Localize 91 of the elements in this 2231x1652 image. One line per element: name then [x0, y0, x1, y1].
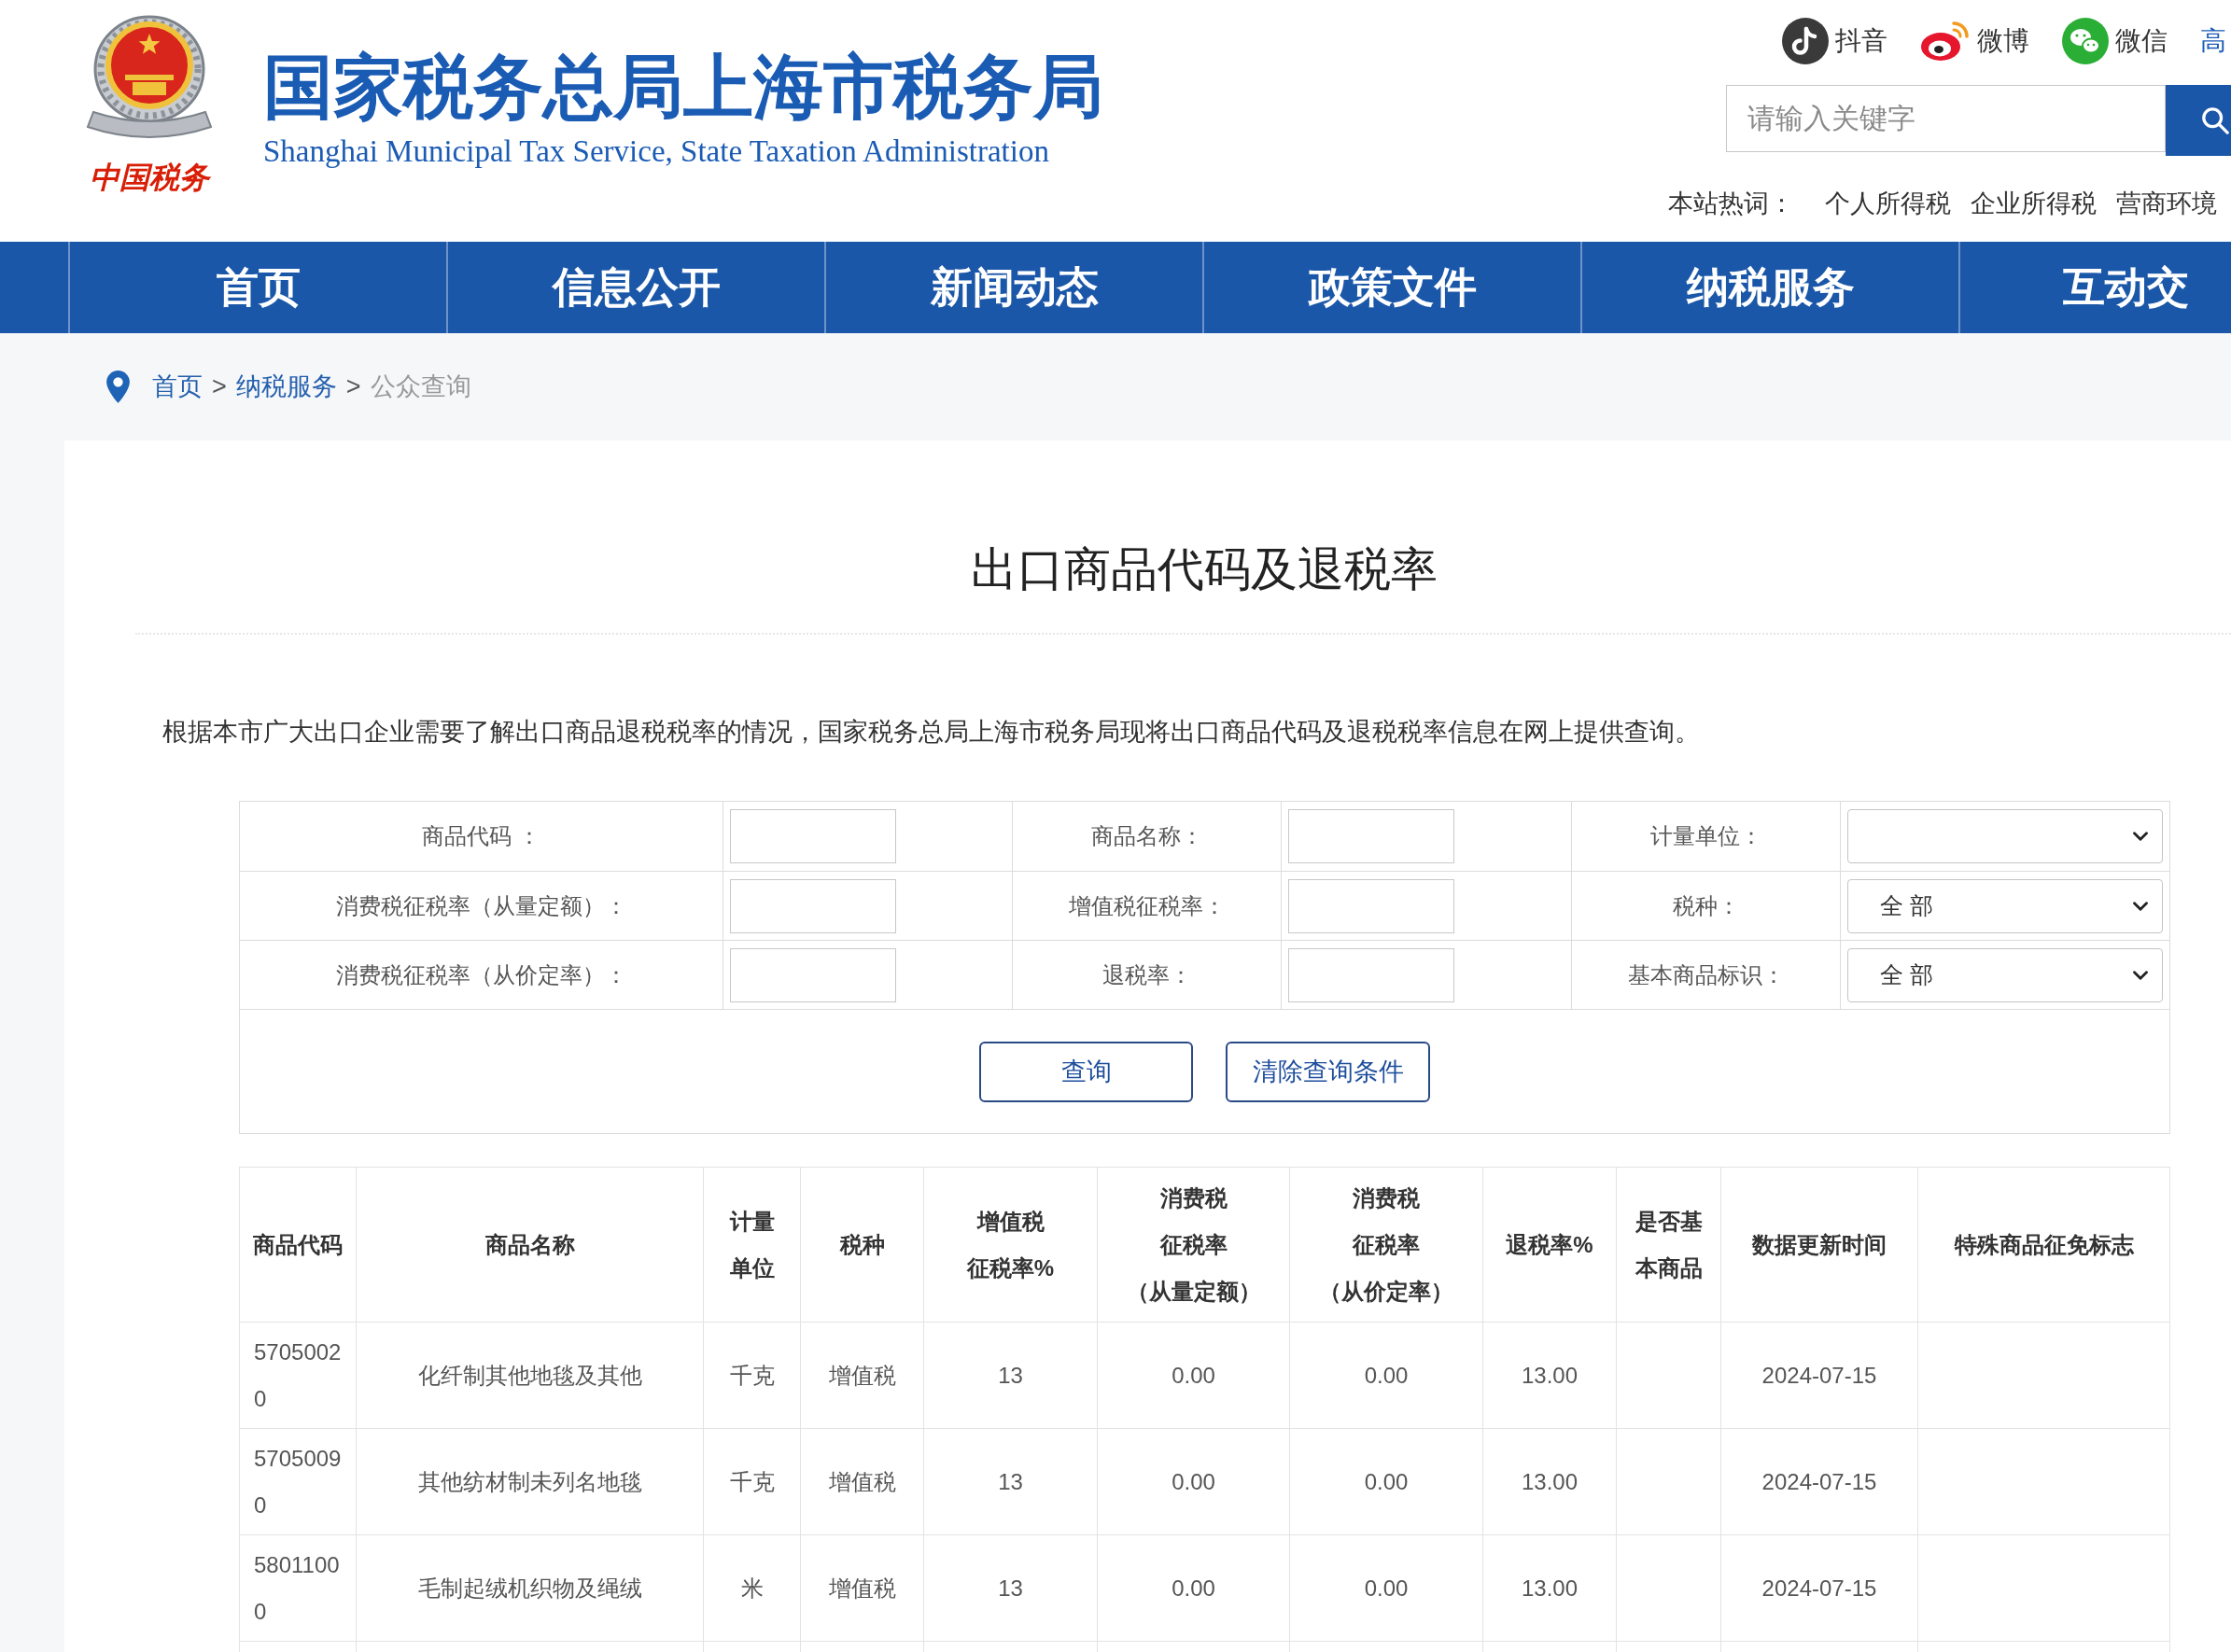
table-cell: 米 — [703, 1534, 801, 1642]
breadcrumb-separator: > — [212, 371, 227, 403]
hot-words-label: 本站热词： — [1668, 189, 1794, 219]
table-cell: 0.00 — [1289, 1428, 1483, 1535]
location-pin-icon — [106, 371, 130, 403]
table-cell: 其他纺材制未列名地毯 — [356, 1428, 704, 1535]
site-subtitle: Shanghai Municipal Tax Service, State Taxation Administration — [263, 133, 1049, 170]
column-header: 税种 — [839, 1230, 885, 1259]
nav-item[interactable]: 信息公开 — [446, 242, 824, 333]
table-cell: 13.00 — [1482, 1322, 1617, 1429]
intro-text: 根据本市广大出口企业需要了解出口商品退税税率的情况，国家税务总局上海市税务局现将出口商品代码及退税税率信息在网上提供查询。 — [162, 717, 1700, 748]
column-header: 是否基本商品 — [1634, 1207, 1704, 1282]
table-cell: 毛制起绒机织物及绳绒 — [356, 1534, 704, 1642]
table-cell: 0.00 — [1289, 1322, 1483, 1429]
table-cell: 58011000 — [239, 1534, 357, 1642]
form-label: 基本商品标识： — [1627, 961, 1785, 987]
column-header: 特殊商品征免标志 — [1954, 1230, 2134, 1259]
form-label: 税种： — [1672, 892, 1740, 918]
nav-item[interactable]: 纳税服务 — [1580, 242, 1958, 333]
form-label: 商品名称： — [1090, 823, 1203, 848]
input-field[interactable] — [1288, 809, 1454, 863]
column-header: 消费税征税率 — [1352, 1183, 1421, 1259]
select-field[interactable]: 全 部 — [1847, 878, 2163, 933]
table-cell: 57050020 — [239, 1322, 357, 1429]
table-cell: 2024-07-15 — [1720, 1534, 1918, 1642]
input-field[interactable] — [1288, 878, 1454, 933]
hot-word-link[interactable]: 个人所得税 — [1825, 187, 1951, 220]
column-header: 商品名称 — [484, 1230, 575, 1259]
form-label: 消费税征税率（从价定率）： — [335, 961, 627, 987]
table-cell: 增值税 — [800, 1534, 924, 1642]
page-title: 出口商品代码及退税率 — [971, 542, 1438, 597]
table-cell: 增值税 — [800, 1322, 924, 1429]
table-cell: 0.00 — [1289, 1534, 1483, 1642]
form-label: 商品代码 ： — [422, 823, 540, 848]
column-header: 增值税征税率% — [966, 1207, 1055, 1282]
select-field[interactable] — [1847, 809, 2163, 863]
table-cell: 化纤制其他地毯及其他 — [356, 1322, 704, 1429]
form-label: 计量单位： — [1649, 823, 1762, 848]
social-link[interactable]: 微博 — [1920, 19, 2029, 63]
hot-word-link[interactable]: 营商环境 — [2116, 187, 2217, 220]
form-label: 增值税征税率： — [1068, 892, 1226, 918]
query-button[interactable]: 查询 — [979, 1041, 1193, 1102]
breadcrumb-link[interactable]: 首页 — [152, 368, 203, 406]
eye-icon — [1920, 19, 1971, 63]
form-label: 消费税征税率（从量定额）： — [335, 892, 627, 918]
table-cell: 0.00 — [1097, 1322, 1290, 1429]
breadcrumb-separator: > — [345, 371, 361, 403]
table-cell: 0.00 — [1097, 1428, 1290, 1535]
table-cell: 13 — [923, 1428, 1098, 1535]
column-note: （从价定率） — [1319, 1277, 1453, 1306]
social-link[interactable]: 微信 — [2062, 17, 2168, 64]
column-header: 退税率% — [1506, 1230, 1593, 1259]
music-note-icon — [1782, 17, 1829, 64]
form-label: 退税率： — [1101, 961, 1192, 987]
column-header: 消费税征税率 — [1158, 1183, 1228, 1259]
table-cell: 增值税 — [800, 1428, 924, 1535]
chat-bubbles-icon — [2062, 17, 2109, 64]
column-header: 商品代码 — [253, 1230, 343, 1259]
table-cell: 0.00 — [1097, 1534, 1290, 1642]
table-cell: 13.00 — [1482, 1534, 1617, 1642]
column-header: 计量单位 — [728, 1207, 776, 1282]
table-cell: 13 — [923, 1534, 1098, 1642]
breadcrumb-current: 公众查询 — [370, 371, 471, 403]
input-field[interactable] — [730, 809, 896, 863]
header-link[interactable]: 高 — [2200, 21, 2226, 61]
search-button[interactable] — [2166, 85, 2231, 156]
table-cell: 千克 — [703, 1428, 801, 1535]
nav-item[interactable]: 政策文件 — [1202, 242, 1580, 333]
input-field[interactable] — [1288, 947, 1454, 1002]
nav-item[interactable]: 新闻动态 — [824, 242, 1202, 333]
breadcrumb-link[interactable]: 纳税服务 — [235, 368, 337, 406]
table-cell: 2024-07-15 — [1720, 1428, 1918, 1535]
table-cell: 千克 — [703, 1322, 801, 1429]
table-cell: 13.00 — [1482, 1428, 1617, 1535]
logo-text: 中国税务 — [90, 159, 209, 196]
table-cell: 13 — [923, 1322, 1098, 1429]
table-cell: 2024-07-15 — [1720, 1322, 1918, 1429]
social-link[interactable]: 抖音 — [1782, 17, 1887, 64]
clear-button[interactable]: 清除查询条件 — [1226, 1041, 1430, 1102]
nav-item[interactable]: 首页 — [68, 242, 446, 333]
search-icon — [2201, 106, 2229, 134]
column-note: （从量定额） — [1126, 1277, 1261, 1306]
input-field[interactable] — [730, 947, 896, 1002]
nav-item[interactable]: 互动交 — [1958, 242, 2231, 333]
hot-word-link[interactable]: 企业所得税 — [1971, 187, 2097, 220]
input-field[interactable] — [730, 878, 896, 933]
column-header: 数据更新时间 — [1752, 1230, 1887, 1259]
select-field[interactable]: 全 部 — [1847, 947, 2163, 1002]
search-field[interactable]: 请输入关键字 — [1726, 85, 2166, 152]
table-cell: 57050090 — [239, 1428, 357, 1535]
site-title: 国家税务总局上海市税务局 — [263, 47, 1103, 128]
